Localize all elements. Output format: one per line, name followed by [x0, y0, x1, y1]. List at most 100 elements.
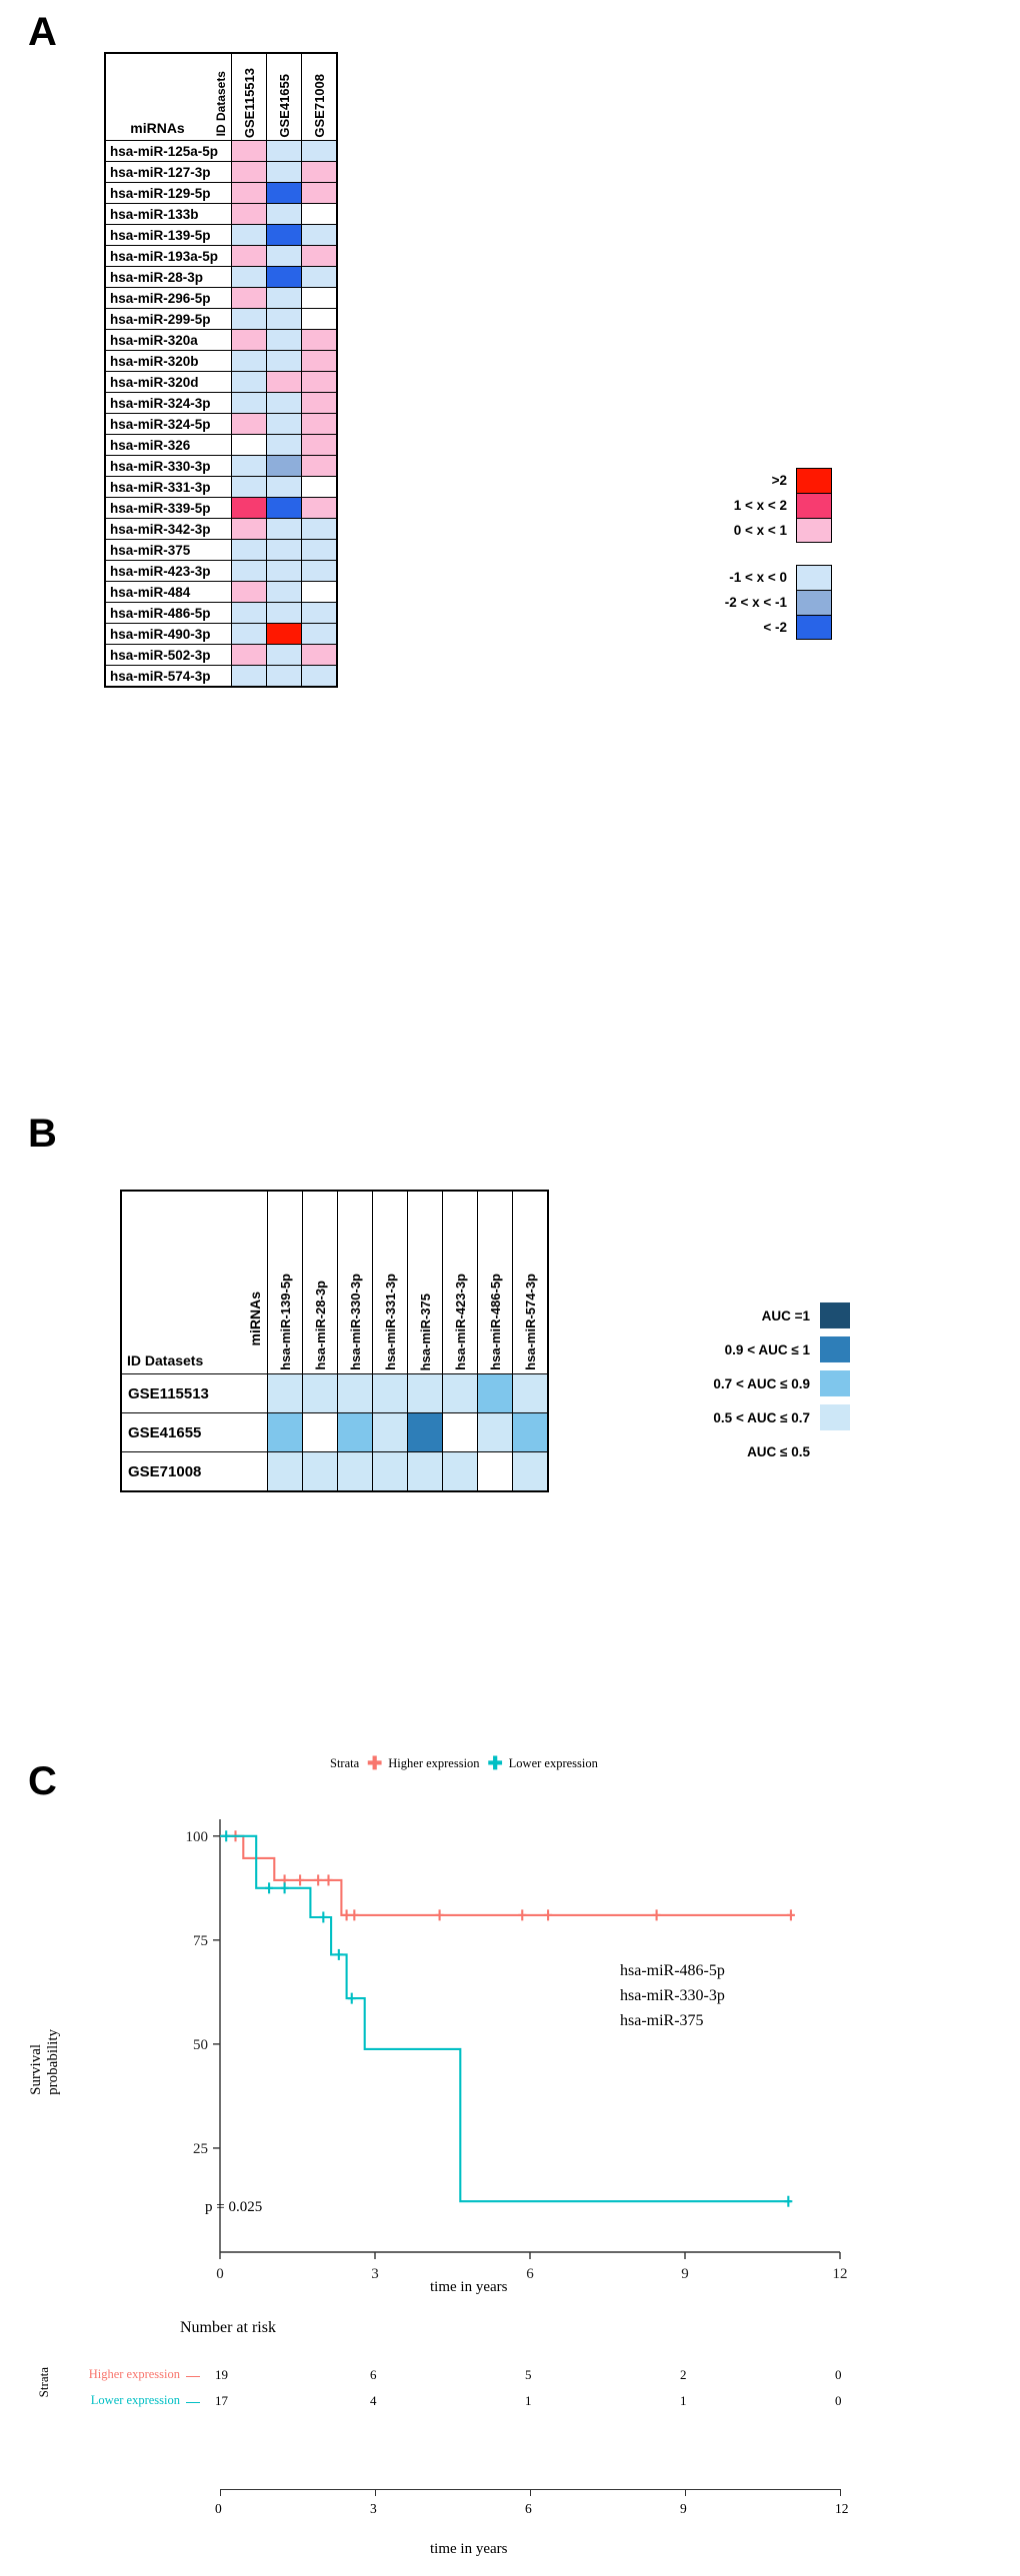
km-legend-item-lower: ✚ Lower expression [488, 1754, 598, 1772]
panel-b-id-datasets-label: ID Datasets [127, 1352, 204, 1368]
panel-a-cell-13-2 [301, 413, 338, 435]
legend-b-swatch-3 [820, 1404, 850, 1430]
panel-a-cell-0-2 [301, 140, 338, 162]
legend-b-swatch-1 [820, 1336, 850, 1362]
panel-a-cell-23-2 [301, 623, 338, 645]
risk-x-axis-label: time in years [430, 2541, 508, 2557]
panel-b-col-header-6: hsa-miR-486-5p [477, 1190, 513, 1374]
panel-a-row-label-10: hsa-miR-320b [104, 350, 232, 372]
table-row: hsa-miR-133b [104, 203, 338, 225]
panel-a-cell-24-1 [266, 644, 302, 666]
risk-x-tick-label-0: 0 [215, 2501, 222, 2516]
legend-a-label-2: < -2 [763, 620, 787, 635]
panel-a-cell-0-1 [266, 140, 302, 162]
panel-b-cell-0-1 [302, 1373, 338, 1413]
panel-a-cell-12-1 [266, 392, 302, 414]
km-legend: Strata ✚ Higher expression ✚ Lower expre… [330, 1754, 598, 1772]
table-row: hsa-miR-342-3p [104, 518, 338, 540]
panel-a-cell-17-2 [301, 497, 338, 519]
panel-a-col-header-1: GSE41655 [266, 52, 302, 141]
x-tick-label: 6 [526, 2266, 534, 2282]
panel-a-cell-7-1 [266, 287, 302, 309]
panel-a-row-label-5: hsa-miR-193a-5p [104, 245, 232, 267]
risk-count-1-3: 1 [680, 2393, 687, 2408]
panel-b-cell-1-1 [302, 1412, 338, 1452]
legend-a-label-1: -2 < x < -1 [724, 595, 787, 610]
table-row: hsa-miR-490-3p [104, 623, 338, 645]
panel-b-corner-header: miRNAs ID Datasets [120, 1190, 268, 1374]
legend-b-label-2: 0.7 < AUC ≤ 0.9 [713, 1375, 810, 1391]
risk-count-1-2: 1 [525, 2393, 532, 2408]
risk-row-label-1: Lower expression [90, 2393, 180, 2407]
annotation-line-1: hsa-miR-330-3p [620, 1986, 725, 2004]
panel-a-row-label-9: hsa-miR-320a [104, 329, 232, 351]
panel-a-cell-16-1 [266, 476, 302, 498]
risk-count-1-0: 17 [215, 2393, 228, 2408]
panel-a-row-label-8: hsa-miR-299-5p [104, 308, 232, 330]
panel-a-cell-14-2 [301, 434, 338, 456]
panel-b-cell-1-5 [442, 1412, 478, 1452]
panel-a-cell-24-0 [231, 644, 267, 666]
panel-a-row-label-18: hsa-miR-342-3p [104, 518, 232, 540]
risk-count-0-4: 0 [835, 2367, 842, 2382]
panel-b-cell-1-6 [477, 1412, 513, 1452]
table-row: hsa-miR-330-3p [104, 455, 338, 477]
y-tick-label: 25 [193, 2141, 208, 2157]
panel-a-cell-17-1 [266, 497, 302, 519]
table-row: hsa-miR-423-3p [104, 560, 338, 582]
risk-x-tick-label-3: 9 [680, 2501, 687, 2516]
table-row: hsa-miR-320d [104, 371, 338, 393]
panel-a-corner-header: ID Datasets miRNAs [104, 52, 232, 141]
panel-a-id-datasets-label: ID Datasets [214, 70, 228, 136]
panel-a-cell-9-0 [231, 329, 267, 351]
panel-a-cell-15-2 [301, 455, 338, 477]
risk-row-rule-1 [186, 2402, 200, 2404]
panel-a-cell-16-2 [301, 476, 338, 498]
panel-a-row-label-21: hsa-miR-484 [104, 581, 232, 603]
panel-b-heatmap: miRNAs ID Datasets hsa-miR-139-5p hsa-miR-2… [120, 1190, 549, 1492]
annotation-line-2: hsa-miR-375 [620, 2011, 704, 2029]
table-row: hsa-miR-324-5p [104, 413, 338, 435]
panel-a-cell-18-1 [266, 518, 302, 540]
x-axis-label: time in years [430, 2279, 508, 2295]
panel-a-cell-0-0 [231, 140, 267, 162]
panel-a-cell-15-0 [231, 455, 267, 477]
km-legend-label-higher: Higher expression [388, 1755, 480, 1770]
panel-a-cell-7-0 [231, 287, 267, 309]
panel-a-cell-24-2 [301, 644, 338, 666]
panel-a-row-label-17: hsa-miR-339-5p [104, 497, 232, 519]
panel-a-row-label-19: hsa-miR-375 [104, 539, 232, 561]
risk-x-tick-label-1: 3 [370, 2501, 377, 2516]
panel-a-cell-1-0 [231, 161, 267, 183]
legend-b-swatch-0 [820, 1302, 850, 1328]
panel-a-row-label-4: hsa-miR-139-5p [104, 224, 232, 246]
legend-gap [695, 543, 832, 565]
legend-a-label-2: 0 < x < 1 [733, 523, 787, 538]
panel-a-cell-19-2 [301, 539, 338, 561]
panel-a-cell-4-2 [301, 224, 338, 246]
panel-a-cell-11-2 [301, 371, 338, 393]
legend-a-entry-1: -2 < x < -1 [695, 590, 832, 615]
panel-b-cell-1-7 [512, 1412, 549, 1452]
km-legend-label-lower: Lower expression [508, 1755, 598, 1770]
legend-a-entry-0: >2 [695, 468, 832, 493]
panel-a-cell-19-0 [231, 539, 267, 561]
annotation-line-0: hsa-miR-486-5p [620, 1962, 725, 1979]
table-row: hsa-miR-324-3p [104, 392, 338, 414]
panel-a-row-label-23: hsa-miR-490-3p [104, 623, 232, 645]
table-row: GSE115513 [120, 1373, 549, 1413]
y-axis-label: Survival probability [28, 2028, 61, 2095]
panel-a-cell-5-2 [301, 245, 338, 267]
y-tick-label: 50 [193, 2037, 208, 2053]
panel-a-cell-13-0 [231, 413, 267, 435]
panel-a-cell-18-0 [231, 518, 267, 540]
legend-a-label-0: -1 < x < 0 [729, 570, 787, 585]
panel-a-cell-25-2 [301, 665, 338, 688]
risk-row-label-0: Higher expression [88, 2367, 180, 2381]
panel-b-cell-0-5 [442, 1373, 478, 1413]
legend-a-label-0: >2 [771, 473, 787, 488]
panel-a-cell-5-0 [231, 245, 267, 267]
panel-a-cell-2-2 [301, 182, 338, 204]
panel-a-cell-19-1 [266, 539, 302, 561]
panel-a-cell-9-2 [301, 329, 338, 351]
